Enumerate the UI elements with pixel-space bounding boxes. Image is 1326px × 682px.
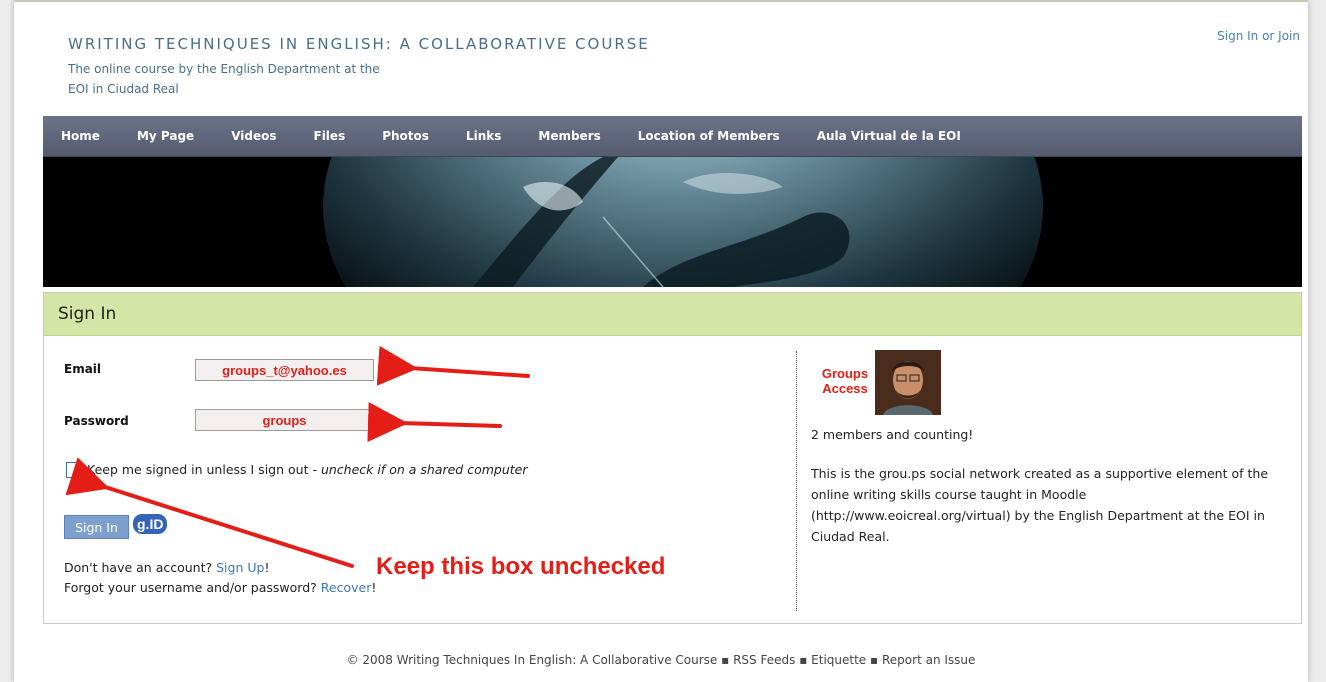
password-label: Password: [64, 414, 129, 428]
globe-banner-image: [43, 157, 1302, 287]
groups-access-label: Groups Access: [815, 366, 875, 396]
recover-link[interactable]: Recover: [321, 580, 372, 595]
nav-item-home[interactable]: Home: [43, 129, 119, 143]
annotation-text: Keep this box unchecked: [376, 553, 666, 580]
keep-signed-in-text: Keep me signed in unless I sign out -: [87, 462, 321, 477]
email-field[interactable]: groups_t@yahoo.es: [195, 359, 374, 381]
no-account-text: Don't have an account?: [64, 560, 217, 575]
gid-logo-button[interactable]: g.ID: [133, 514, 168, 534]
site-title: WRITING TECHNIQUES IN ENGLISH: A COLLABO…: [68, 35, 650, 53]
keep-signed-in-label: Keep me signed in unless I sign out - un…: [87, 462, 528, 477]
forgot-text: Forgot your username and/or password?: [64, 580, 321, 595]
sign-in-panel: Sign In Email groups_t@yahoo.es Password…: [43, 292, 1302, 624]
nav-item-files[interactable]: Files: [296, 129, 365, 143]
avatar-graphic: [875, 350, 941, 415]
group-description: This is the grou.ps social network creat…: [811, 466, 1269, 544]
panel-heading: Sign In: [44, 293, 1301, 336]
site-subtitle-line-2: EOI in Ciudad Real: [68, 82, 179, 96]
nav-item-members[interactable]: Members: [520, 129, 619, 143]
footer-copyright: © 2008 Writing Techniques In English: A …: [346, 653, 718, 667]
footer-separator: ▪: [799, 653, 808, 667]
column-divider: [796, 351, 797, 611]
nav-item-links[interactable]: Links: [448, 129, 520, 143]
keep-signed-in-checkbox[interactable]: [66, 462, 82, 478]
nav-item-location-of-members[interactable]: Location of Members: [620, 129, 799, 143]
password-field[interactable]: groups: [195, 409, 374, 431]
main-navigation: Home My Page Videos Files Photos Links M…: [43, 116, 1302, 158]
member-count: 2 members and counting!: [811, 427, 974, 442]
member-avatar-photo[interactable]: [875, 350, 941, 415]
footer: © 2008 Writing Techniques In English: A …: [14, 653, 1308, 667]
groups-access-line-2: Access: [822, 381, 868, 396]
nav-item-photos[interactable]: Photos: [364, 129, 448, 143]
sign-in-or-join-link[interactable]: Sign In or Join: [1217, 29, 1300, 43]
sign-up-link[interactable]: Sign Up: [216, 560, 264, 575]
group-info: 2 members and counting! This is the grou…: [811, 424, 1286, 565]
globe-banner-graphic: [43, 157, 1302, 287]
recover-line: Forgot your username and/or password? Re…: [64, 580, 377, 595]
site-subtitle: The online course by the English Departm…: [68, 59, 488, 99]
footer-rss-link[interactable]: RSS Feeds: [733, 653, 795, 667]
footer-etiquette-link[interactable]: Etiquette: [811, 653, 866, 667]
nav-item-videos[interactable]: Videos: [213, 129, 295, 143]
footer-report-link[interactable]: Report an Issue: [882, 653, 975, 667]
email-label: Email: [64, 362, 102, 376]
nav-item-aula-virtual[interactable]: Aula Virtual de la EOI: [799, 129, 980, 143]
page-container: WRITING TECHNIQUES IN ENGLISH: A COLLABO…: [14, 0, 1308, 682]
footer-separator: ▪: [870, 653, 879, 667]
footer-separator: ▪: [721, 653, 730, 667]
account-links: Don't have an account? Sign Up! Forgot y…: [64, 558, 376, 598]
keep-signed-in-hint: uncheck if on a shared computer: [320, 462, 528, 477]
signup-line: Don't have an account? Sign Up!: [64, 560, 270, 575]
nav-item-my-page[interactable]: My Page: [119, 129, 213, 143]
site-subtitle-line-1: The online course by the English Departm…: [68, 62, 380, 76]
sign-in-button[interactable]: Sign In: [64, 515, 129, 539]
groups-access-line-1: Groups: [821, 366, 869, 381]
